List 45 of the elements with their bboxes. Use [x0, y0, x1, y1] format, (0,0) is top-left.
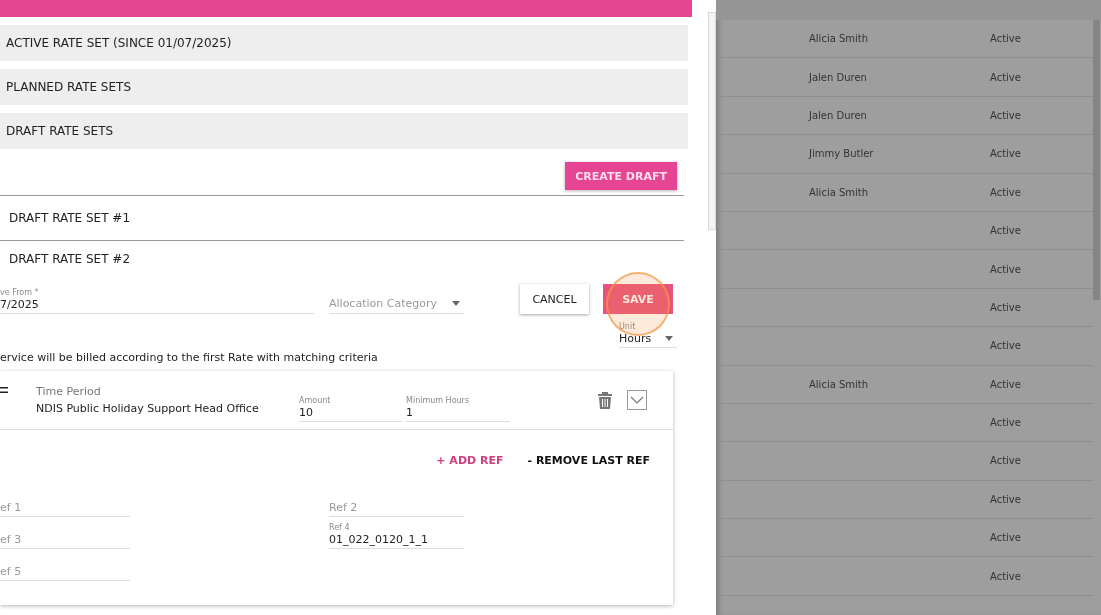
scrollbar-thumb[interactable]: [1093, 20, 1100, 300]
caret-icon: [452, 301, 460, 306]
click-highlight: [606, 272, 670, 336]
table-cell: Active: [990, 493, 1021, 505]
table-cell-text: Alicia Smith: [809, 186, 870, 198]
table-cell: Active: [990, 455, 1021, 467]
table-cell-text: Jalen Duren: [809, 109, 868, 121]
draft-rate-set-header[interactable]: DRAFT RATE SET #2: [0, 240, 684, 277]
table-cell: Active: [990, 417, 1021, 429]
table-cell: Active: [990, 186, 1021, 198]
table-cell: Active: [990, 263, 1021, 275]
caret-icon: [665, 336, 673, 341]
trash-icon[interactable]: [598, 391, 612, 409]
draft-rate-set-header[interactable]: DRAFT RATE SET #1: [0, 195, 684, 240]
table-cell: Active: [990, 225, 1021, 237]
table-cell-text: Alicia Smith: [809, 378, 870, 390]
accordion-section[interactable]: ACTIVE RATE SET (SINCE 01/07/2025): [0, 25, 688, 61]
scrollbar-thumb[interactable]: [708, 12, 716, 230]
table-cell: Active: [990, 109, 1021, 121]
table-cell-text: Alicia Smith: [809, 33, 870, 45]
accordion-section[interactable]: PLANNED RATE SETS: [0, 69, 688, 105]
table-cell: Active: [990, 532, 1021, 544]
table-cell: Active: [990, 33, 1021, 45]
table-cell: Active: [990, 71, 1021, 83]
table-cell: Active: [990, 378, 1021, 390]
remove-last-ref-button[interactable]: - REMOVE LAST REF: [527, 454, 650, 467]
table-cell: Active: [990, 570, 1021, 582]
minimum-hours-field[interactable]: Minimum Hours 1: [406, 378, 510, 422]
table-cell-text: Jimmy Butler: [809, 148, 875, 160]
time-period-value: NDIS Public Holiday Support Head Office: [36, 402, 260, 415]
time-period-label: Time Period: [36, 385, 102, 398]
table-cell: Active: [990, 340, 1021, 352]
table-cell: Active: [990, 148, 1021, 160]
accordion-section[interactable]: DRAFT RATE SETS: [0, 113, 688, 149]
expand-chevron-icon[interactable]: [627, 390, 647, 410]
amount-field[interactable]: Amount 10: [299, 378, 402, 422]
add-ref-button[interactable]: + ADD REF: [436, 454, 504, 467]
table-cell-text: Jalen Duren: [809, 71, 868, 83]
billing-note: ervice will be billed according to the first Rate with matching criteria: [0, 351, 379, 364]
table-cell: Active: [990, 301, 1021, 313]
cancel-button[interactable]: CANCEL: [520, 284, 589, 314]
effective-from-field[interactable]: ve From * 7/2025: [0, 284, 314, 314]
ref-field[interactable]: Ref 4 01_022_0120_1_1: [329, 519, 464, 549]
drag-handle-icon[interactable]: [0, 387, 8, 393]
unit-select[interactable]: Unit Hours: [619, 321, 677, 348]
